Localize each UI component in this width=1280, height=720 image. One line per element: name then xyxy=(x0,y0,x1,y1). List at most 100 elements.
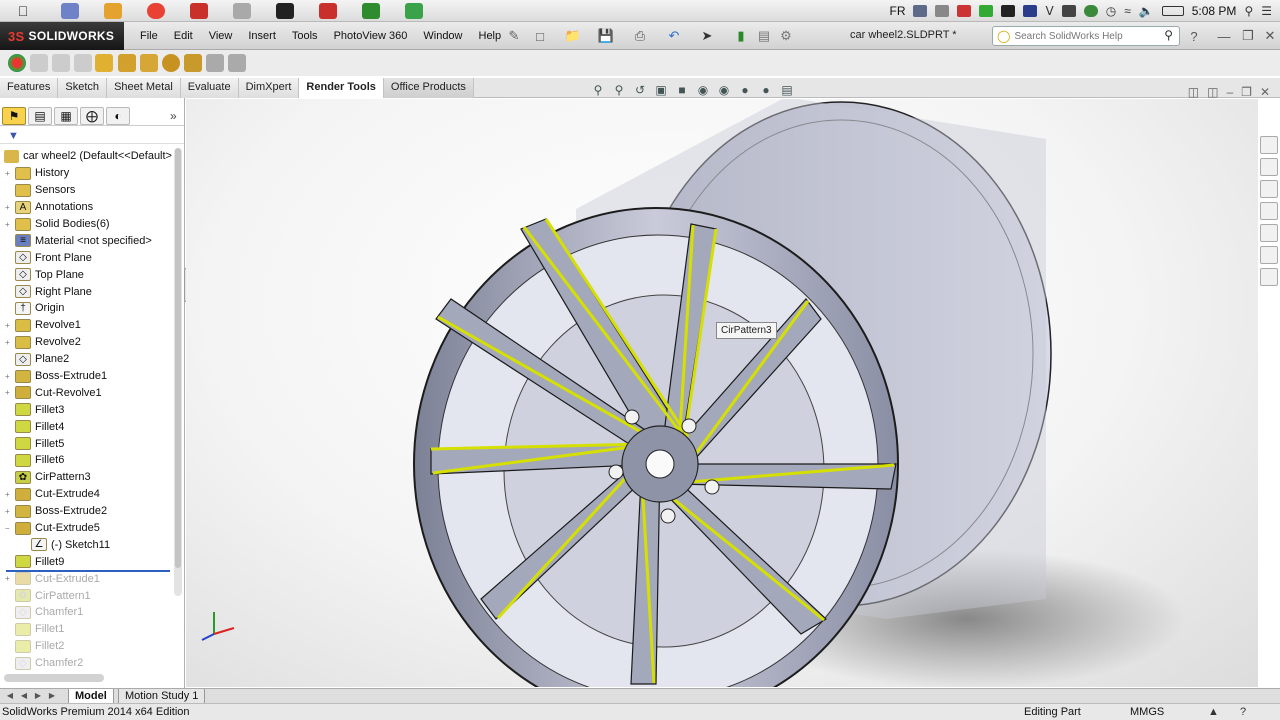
new-document-icon[interactable]: □ xyxy=(530,27,550,45)
volume-icon[interactable]: 🔈 xyxy=(1139,4,1154,18)
tree-item[interactable]: ◇ Chamfer2 xyxy=(0,655,172,672)
appearances-icon[interactable] xyxy=(1260,246,1278,264)
help-search[interactable]: ◯ Search SolidWorks Help ⚲ xyxy=(992,26,1180,46)
edit-decal-icon[interactable] xyxy=(140,54,158,72)
tree-item[interactable]: + Cut-Extrude4 xyxy=(0,486,172,503)
tree-item[interactable]: Fillet5 xyxy=(0,435,172,452)
camtasia-icon[interactable] xyxy=(362,2,380,19)
select-arrow-icon[interactable]: ➤ xyxy=(697,27,717,45)
wheel-model[interactable] xyxy=(186,99,1258,687)
time-machine-icon[interactable]: ◷ xyxy=(1106,4,1116,18)
restore-window-icon[interactable]: ❐ xyxy=(1238,27,1258,45)
display-style-icon[interactable]: ◉ xyxy=(695,83,711,99)
tree-item[interactable]: ∠ (-) Sketch11 xyxy=(0,536,172,553)
tray-blue-icon[interactable] xyxy=(1023,5,1038,17)
menu-edit[interactable]: Edit xyxy=(174,30,193,42)
menu-insert[interactable]: Insert xyxy=(248,30,276,42)
render-options-icon[interactable] xyxy=(30,54,48,72)
edit-appearance-hud-icon[interactable]: ● xyxy=(737,83,753,99)
tab-render-tools[interactable]: Render Tools xyxy=(299,78,384,98)
menu-file[interactable]: File xyxy=(140,30,158,42)
tab-sheet-metal[interactable]: Sheet Metal xyxy=(107,78,181,98)
tree-item[interactable]: ✿ CirPattern1 xyxy=(0,587,172,604)
app-icon[interactable] xyxy=(104,2,122,19)
next-tab-icon[interactable]: ▶ xyxy=(32,691,44,701)
prev-tab-icon[interactable]: ◀ xyxy=(18,691,30,701)
tree-item[interactable]: Fillet9 xyxy=(0,553,172,570)
section-view-icon[interactable]: ▣ xyxy=(653,83,669,99)
solidworks-icon[interactable] xyxy=(190,2,208,19)
minimize-window-icon[interactable]: — xyxy=(1214,27,1234,45)
tree-item[interactable]: ≡ Material <not specified> xyxy=(0,232,172,249)
open-folder-icon[interactable]: 📁 xyxy=(563,27,583,45)
property-manager-tab-icon[interactable]: ▤ xyxy=(28,106,52,125)
tree-item[interactable]: ◇ Top Plane xyxy=(0,266,172,283)
terminal-icon[interactable] xyxy=(276,2,294,19)
tree-item[interactable]: ✿ CirPattern3 xyxy=(0,469,172,486)
doc-close-icon[interactable]: ✕ xyxy=(1260,85,1270,99)
tree-item[interactable]: + Revolve1 xyxy=(0,317,172,334)
expand-icon[interactable]: + xyxy=(5,321,15,330)
pin-icon[interactable]: ✎ xyxy=(504,27,524,45)
dimxpert-manager-tab-icon[interactable]: ⨁ xyxy=(80,106,104,125)
tree-item[interactable]: † Origin xyxy=(0,300,172,317)
graphics-area[interactable]: CirPattern3 xyxy=(186,99,1258,687)
undo-icon[interactable]: ↶ xyxy=(664,27,684,45)
tree-item[interactable]: + Revolve2 xyxy=(0,334,172,351)
lighting-icon[interactable] xyxy=(162,54,180,72)
close-window-icon[interactable]: ✕ xyxy=(1260,27,1280,45)
expand-icon[interactable]: + xyxy=(5,490,15,499)
tree-vertical-scrollbar[interactable] xyxy=(174,148,182,596)
tab-model[interactable]: Model xyxy=(68,689,114,704)
tile-alt-icon[interactable]: ◫ xyxy=(1207,85,1218,99)
print-icon[interactable]: ⎙ xyxy=(630,27,650,45)
tree-item[interactable]: Sensors xyxy=(0,182,172,199)
expand-icon[interactable]: + xyxy=(5,507,15,516)
last-tab-icon[interactable]: ▶ xyxy=(46,691,58,701)
green-app-icon[interactable] xyxy=(405,2,423,19)
edit-appearance-icon[interactable] xyxy=(95,54,113,72)
tray-red-icon[interactable] xyxy=(957,5,972,17)
render-icon[interactable] xyxy=(8,54,26,72)
apple-icon[interactable]:  xyxy=(10,3,36,19)
tree-horizontal-scrollbar[interactable] xyxy=(4,674,104,682)
zoom-to-fit-icon[interactable]: ⚲ xyxy=(590,83,606,99)
menu-help[interactable]: Help xyxy=(479,30,502,42)
units-selector[interactable]: MMGS xyxy=(1130,706,1164,718)
edit-scene-icon[interactable] xyxy=(118,54,136,72)
display-icon[interactable] xyxy=(913,5,928,17)
tree-item[interactable]: Fillet2 xyxy=(0,638,172,655)
view-settings-icon[interactable]: ▤ xyxy=(779,83,795,99)
tree-item[interactable]: ◇ Right Plane xyxy=(0,283,172,300)
spotlight-icon[interactable]: ⚲ xyxy=(1244,4,1253,18)
tree-root[interactable]: car wheel2 (Default<<Default> xyxy=(0,148,172,165)
search-icon[interactable]: ⚲ xyxy=(1164,28,1173,42)
view-palette-icon[interactable] xyxy=(1260,224,1278,242)
tree-item[interactable]: Fillet1 xyxy=(0,621,172,638)
tree-item[interactable]: + Solid Bodies(6) xyxy=(0,216,172,233)
scroll-thumb[interactable] xyxy=(175,148,181,568)
view-orientation-icon[interactable]: ■ xyxy=(674,83,690,99)
file-properties-icon[interactable]: ▤ xyxy=(754,27,774,45)
tree-item[interactable]: + History xyxy=(0,165,172,182)
notifications-icon[interactable]: ☰ xyxy=(1261,4,1272,18)
configuration-manager-tab-icon[interactable]: ▦ xyxy=(54,106,78,125)
tree-item[interactable]: ◇ Chamfer1 xyxy=(0,604,172,621)
expand-panel-icon[interactable]: » xyxy=(170,109,177,123)
schedule-render-icon[interactable] xyxy=(52,54,70,72)
display-manager-tab-icon[interactable]: ◐ xyxy=(106,106,130,125)
zoom-to-area-icon[interactable]: ⚲ xyxy=(611,83,627,99)
tile-icon[interactable]: ◫ xyxy=(1188,85,1199,99)
feature-filter[interactable]: ▼ xyxy=(0,128,184,144)
tab-evaluate[interactable]: Evaluate xyxy=(180,78,239,98)
tab-office-products[interactable]: Office Products xyxy=(383,78,474,98)
recall-render-icon[interactable] xyxy=(74,54,92,72)
file-explorer-icon[interactable] xyxy=(1260,202,1278,220)
units-arrow-icon[interactable]: ▲ xyxy=(1208,706,1219,718)
doc-restore-icon[interactable]: ❐ xyxy=(1241,85,1252,99)
tab-dimxpert[interactable]: DimXpert xyxy=(238,78,300,98)
custom-properties-icon[interactable] xyxy=(1260,268,1278,286)
menu-view[interactable]: View xyxy=(209,30,233,42)
tray-globe-icon[interactable] xyxy=(1083,5,1098,17)
tray-green-icon[interactable] xyxy=(979,5,994,17)
